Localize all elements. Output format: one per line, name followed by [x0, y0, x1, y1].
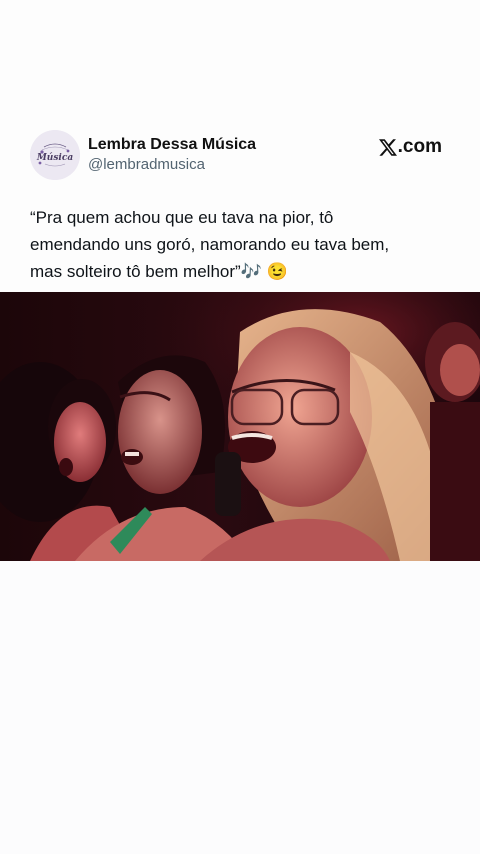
- x-brand: .com: [378, 136, 442, 158]
- blank-area: [0, 561, 480, 854]
- brand-label: .com: [397, 136, 442, 157]
- tweet-text: “Pra quem achou que eu tava na pior, tô …: [30, 208, 390, 281]
- avatar[interactable]: Música: [30, 130, 80, 180]
- tweet-screenshot: Música Lembra Dessa Música @lembradmusic…: [0, 0, 480, 854]
- tweet-header: Música Lembra Dessa Música @lembradmusic…: [30, 128, 442, 182]
- handle[interactable]: @lembradmusica: [88, 155, 442, 175]
- tweet-media[interactable]: [0, 292, 480, 561]
- concert-photo: [0, 292, 480, 561]
- x-logo-icon: [378, 138, 397, 156]
- avatar-logo-icon: Música: [30, 130, 80, 180]
- avatar-text: Música: [36, 152, 73, 163]
